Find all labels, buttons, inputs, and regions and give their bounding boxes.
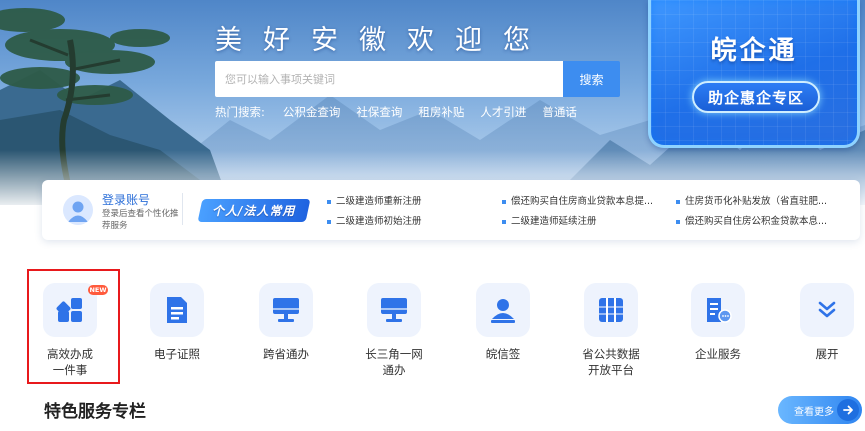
monitor-icon [259, 283, 313, 337]
news-item[interactable]: 偿还购买自住房商业贷款本息提... [502, 193, 653, 207]
service-open-data[interactable]: 省公共数据 开放平台 [561, 283, 661, 378]
service-label: 省公共数据 开放平台 [582, 347, 640, 377]
bullet-icon [502, 219, 506, 224]
bullet-icon [676, 219, 680, 224]
user-sign-icon [476, 283, 530, 337]
service-enterprise[interactable]: 企业服务 [668, 283, 768, 362]
news-item[interactable]: 二级建造师初始注册 [327, 213, 422, 227]
service-wanxinqian[interactable]: 皖信签 [453, 283, 553, 362]
login-description: 登录后查看个性化推荐服务 [102, 209, 179, 231]
promo-button[interactable]: 助企惠企专区 [692, 81, 820, 113]
news-item[interactable]: 二级建造师重新注册 [327, 193, 422, 207]
hot-keyword-link[interactable]: 普通话 [542, 104, 577, 120]
document-icon [150, 283, 204, 337]
service-expand[interactable]: 展开 [777, 283, 865, 362]
search-button[interactable]: 搜索 [563, 61, 620, 97]
news-item-label: 偿还购买自住房商业贷款本息提... [511, 196, 654, 207]
hero-slogan: 美好安徽欢迎您 [215, 25, 551, 56]
news-item[interactable]: 住房货币化补贴发放（省直驻肥... [676, 193, 827, 207]
news-item-label: 二级建造师重新注册 [336, 196, 422, 207]
bullet-icon [327, 199, 331, 204]
avatar-icon[interactable] [63, 195, 93, 225]
hot-keyword-link[interactable]: 公积金查询 [283, 104, 341, 120]
divider [182, 193, 183, 225]
service-yangtze-delta[interactable]: 长三角一网 通办 [344, 283, 444, 378]
bullet-icon [502, 199, 506, 204]
login-link[interactable]: 登录账号 [102, 191, 150, 208]
monitor-icon [367, 283, 421, 337]
view-more-button[interactable]: 查看更多 [778, 396, 862, 424]
common-services-tag: 个人/法人常用 [197, 199, 311, 222]
bullet-icon [327, 219, 331, 224]
hot-search-bar: 热门搜索: 公积金查询 社保查询 租房补贴 人才引进 普通话 [215, 104, 593, 120]
highlight-frame [27, 269, 120, 384]
database-icon [584, 283, 638, 337]
service-label: 展开 [815, 347, 839, 361]
service-cross-province[interactable]: 跨省通办 [236, 283, 336, 362]
service-label: 皖信签 [485, 347, 521, 361]
promo-grid-decoration [651, 0, 857, 145]
service-label: 长三角一网 通办 [365, 347, 423, 377]
chevron-down-icon [800, 283, 854, 337]
bullet-icon [676, 199, 680, 204]
common-services-tag-label: 个人/法人常用 [212, 204, 296, 218]
service-label: 企业服务 [695, 347, 741, 361]
arrow-right-icon [837, 399, 859, 421]
section-title: 特色服务专栏 [44, 402, 146, 422]
news-item-label: 住房货币化补贴发放（省直驻肥... [685, 196, 828, 207]
hot-keyword-link[interactable]: 租房补贴 [418, 104, 464, 120]
promo-card[interactable]: 皖企通 助企惠企专区 [648, 0, 860, 148]
enterprise-icon [691, 283, 745, 337]
hot-keyword-link[interactable]: 人才引进 [480, 104, 526, 120]
service-label: 电子证照 [154, 347, 200, 361]
service-label: 跨省通办 [263, 347, 309, 361]
news-item[interactable]: 偿还购买自住房公积金贷款本息... [676, 213, 827, 227]
view-more-label: 查看更多 [794, 406, 834, 418]
service-e-license[interactable]: 电子证照 [127, 283, 227, 362]
search-input[interactable] [215, 61, 563, 97]
news-item[interactable]: 二级建造师延续注册 [502, 213, 597, 227]
page: 美好安徽欢迎您 搜索 热门搜索: 公积金查询 社保查询 租房补贴 人才引进 普通… [0, 0, 865, 431]
hot-keyword-link[interactable]: 社保查询 [356, 104, 402, 120]
news-item-label: 二级建造师初始注册 [336, 216, 422, 227]
hot-search-label: 热门搜索: [215, 105, 265, 119]
promo-title: 皖企通 [710, 36, 798, 66]
news-item-label: 偿还购买自住房公积金贷款本息... [685, 216, 828, 227]
news-item-label: 二级建造师延续注册 [511, 216, 597, 227]
